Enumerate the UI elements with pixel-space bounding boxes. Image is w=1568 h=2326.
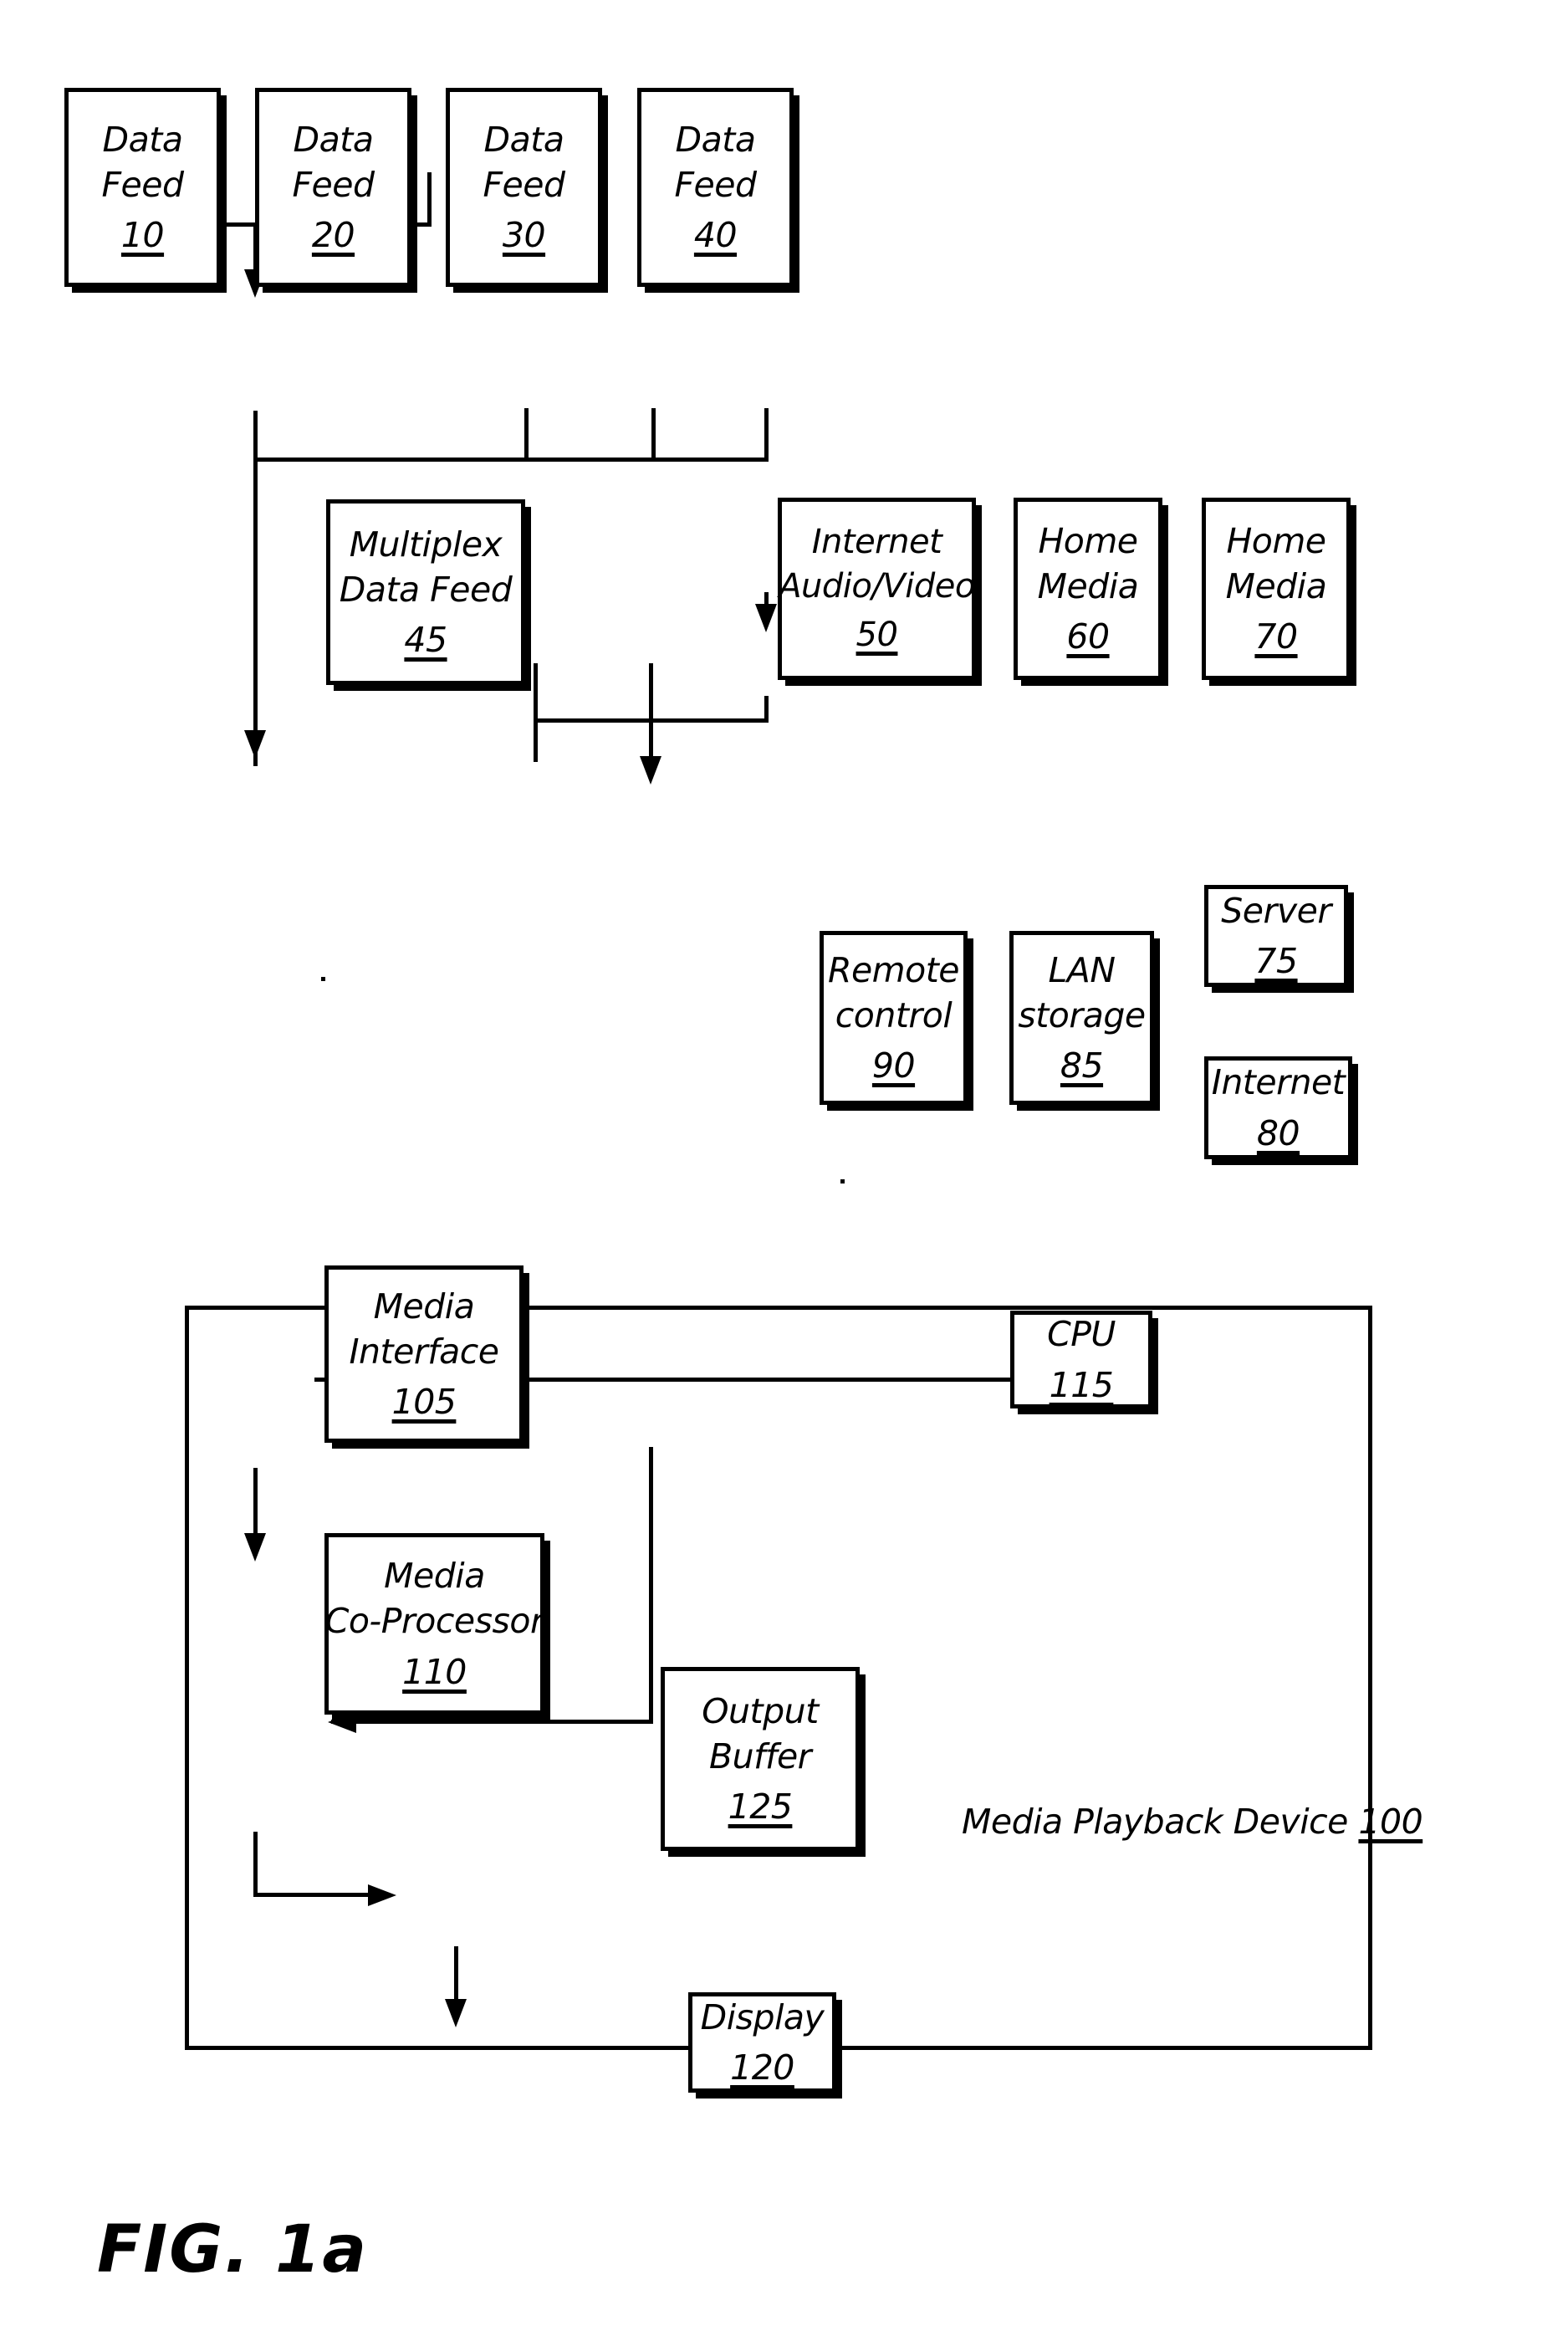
block-home-media-70-line-0: Home: [1226, 520, 1326, 561]
block-lan-storage-line-1: storage: [1018, 994, 1146, 1035]
block-data-feed-40-line-0: Data: [675, 119, 756, 160]
connector-media-sources-bus: [253, 458, 769, 462]
block-lan-storage: LAN storage 85: [1009, 931, 1154, 1105]
block-cpu-ref-number: 115: [1049, 1364, 1114, 1405]
block-data-feed-40-ref-number: 40: [693, 215, 738, 256]
block-multiplex-data-feed: Multiplex Data Feed 45: [326, 499, 525, 685]
arrowhead-outputbuffer-to-display: [445, 1999, 467, 2027]
block-lan-storage-ref-number: 85: [1060, 1045, 1104, 1086]
block-media-interface-ref-number: 105: [391, 1382, 457, 1423]
connector-feed40-drop: [427, 172, 432, 226]
block-data-feed-20-line-1: Feed: [292, 164, 375, 205]
block-home-media-60-line-0: Home: [1038, 520, 1138, 561]
patent-figure-page: Media Playback Device 100 Data Feed 10 Data…: [0, 0, 1568, 2326]
connector-mediainterface-to-coprocessor: [253, 1468, 258, 1541]
block-media-co-processor-ref-number: 110: [402, 1651, 467, 1692]
connector-multiplex-down: [253, 411, 258, 766]
block-home-media-70-ref-number: 70: [1254, 616, 1298, 657]
block-internet-80-line-0: Internet: [1211, 1062, 1346, 1103]
connector-cpu-to-coprocessor: [331, 1720, 651, 1724]
block-home-media-60-ref-number: 60: [1066, 616, 1110, 657]
block-data-feed-30-ref-number: 30: [502, 215, 546, 256]
connector-coprocessor-to-outputbuffer: [253, 1893, 382, 1897]
arrowhead-lan-to-cpu: [640, 756, 661, 785]
block-server: Server 75: [1204, 885, 1348, 987]
block-cpu-line-0: CPU: [1047, 1314, 1116, 1355]
arrowhead-server-to-internet: [755, 604, 777, 632]
block-remote-control-line-1: control: [835, 994, 953, 1035]
block-internet-audio-video: Internet Audio/Video 50: [778, 498, 976, 680]
block-data-feed-40: Data Feed 40: [637, 88, 794, 287]
connector-homemedia60-drop: [651, 408, 656, 461]
block-home-media-60: Home Media 60: [1014, 498, 1162, 680]
block-cpu: CPU 115: [1010, 1311, 1152, 1408]
block-media-co-processor-line-0: Media: [384, 1556, 485, 1597]
block-data-feed-30: Data Feed 30: [446, 88, 602, 287]
block-internet-80-ref-number: 80: [1256, 1112, 1300, 1153]
block-media-co-processor-line-1: Co-Processor: [324, 1601, 544, 1642]
media-playback-device-label: Media Playback Device 100: [962, 1794, 1423, 1845]
connector-cpu-down: [649, 1447, 653, 1724]
block-display: Display 120: [688, 1992, 836, 2093]
block-display-ref-number: 120: [730, 2047, 794, 2088]
block-internet-80: Internet 80: [1204, 1056, 1352, 1159]
block-media-interface: Media Interface 105: [324, 1265, 524, 1443]
scan-artifact-right: [840, 1179, 845, 1183]
block-data-feed-10-line-0: Data: [102, 119, 183, 160]
block-home-media-70-line-1: Media: [1225, 565, 1327, 606]
block-media-interface-line-1: Interface: [349, 1331, 499, 1372]
arrowhead-coprocessor-to-outputbuffer: [368, 1884, 396, 1906]
block-lan-storage-line-0: LAN: [1048, 949, 1116, 990]
block-data-feed-20: Data Feed 20: [255, 88, 411, 287]
connector-outputbuffer-to-display: [454, 1946, 458, 2003]
block-home-media-70: Home Media 70: [1202, 498, 1351, 680]
connector-internetav-drop: [524, 408, 529, 461]
block-multiplex-data-feed-line-0: Multiplex: [349, 524, 503, 565]
block-data-feed-10-line-1: Feed: [101, 164, 184, 205]
block-internet-audio-video-line-1: Audio/Video: [779, 566, 975, 606]
device-ref-number: 100: [1358, 1802, 1423, 1842]
block-output-buffer-line-1: Buffer: [708, 1736, 812, 1776]
block-data-feed-30-line-0: Data: [483, 119, 564, 160]
block-output-buffer-line-0: Output: [702, 1690, 819, 1731]
block-data-feed-40-line-1: Feed: [674, 164, 757, 205]
block-multiplex-data-feed-ref-number: 45: [404, 620, 447, 661]
block-internet-audio-video-ref-number: 50: [856, 616, 898, 655]
block-data-feed-20-ref-number: 20: [311, 215, 355, 256]
block-remote-control: Remote control 90: [820, 931, 968, 1105]
connector-control-bus-down: [534, 718, 538, 762]
arrowhead-mediainterface-to-coprocessor: [244, 1533, 266, 1562]
figure-caption: FIG. 1a: [97, 2212, 369, 2288]
block-data-feed-30-line-1: Feed: [483, 164, 565, 205]
block-multiplex-data-feed-line-1: Data Feed: [339, 569, 513, 610]
block-data-feed-10-ref-number: 10: [120, 215, 165, 256]
block-output-buffer-ref-number: 125: [728, 1787, 793, 1828]
connector-coprocessor-down: [253, 1832, 258, 1897]
block-remote-control-line-0: Remote: [827, 949, 960, 990]
block-media-interface-line-0: Media: [373, 1286, 475, 1327]
block-server-line-0: Server: [1221, 890, 1331, 931]
device-label-line-1: Device: [1233, 1802, 1349, 1842]
connector-lan-to-cpu: [649, 663, 653, 758]
block-remote-control-ref-number: 90: [871, 1045, 916, 1086]
block-server-ref-number: 75: [1254, 941, 1298, 981]
block-output-buffer: Output Buffer 125: [661, 1667, 860, 1851]
block-home-media-60-line-1: Media: [1037, 565, 1139, 606]
device-label-line-0: Media Playback: [962, 1802, 1223, 1842]
block-internet-audio-video-line-0: Internet: [811, 522, 942, 561]
block-display-line-0: Display: [700, 1996, 825, 2037]
block-data-feed-10: Data Feed 10: [64, 88, 221, 287]
connector-homemedia70-drop: [764, 408, 769, 461]
block-data-feed-20-line-0: Data: [293, 119, 374, 160]
connector-remote-drop: [534, 663, 538, 722]
scan-artifact-left: [321, 977, 325, 981]
block-media-co-processor: Media Co-Processor 110: [324, 1533, 544, 1715]
arrowhead-to-media-interface: [244, 730, 266, 759]
